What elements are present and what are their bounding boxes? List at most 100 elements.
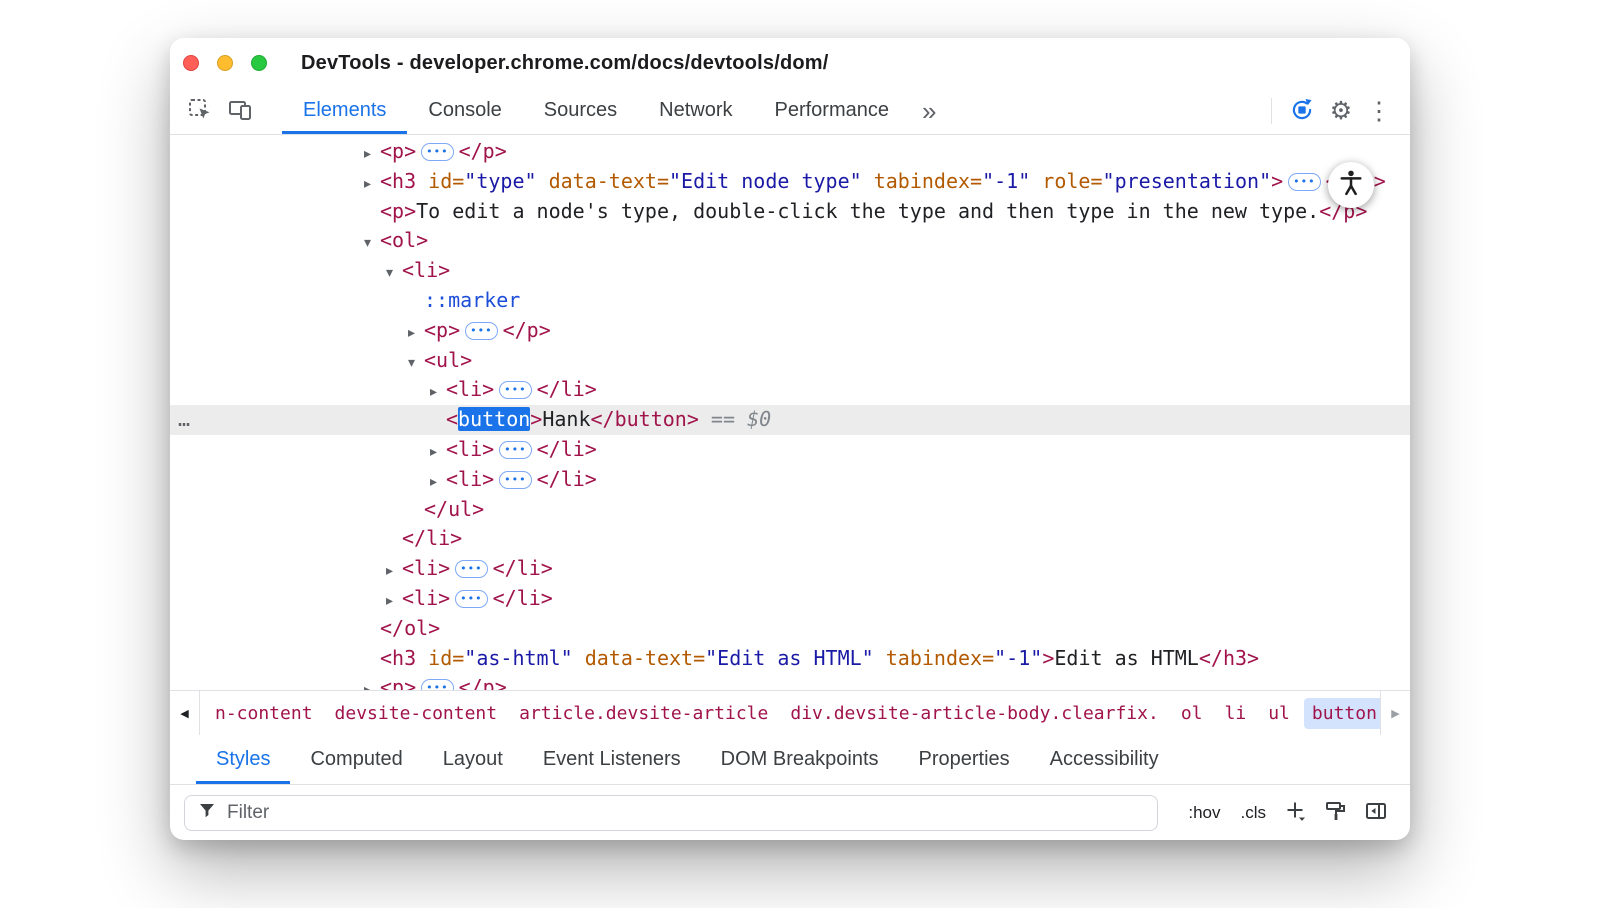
breadcrumb-item[interactable]: ul xyxy=(1260,698,1298,729)
code-op: = xyxy=(657,169,669,193)
code-tag: < xyxy=(446,407,458,431)
disclosure-arrow-closed-icon[interactable]: ▸ xyxy=(364,170,380,200)
code-tag: > xyxy=(1042,646,1054,670)
tree-line[interactable]: ▸<p>•••</p> xyxy=(170,316,1410,346)
chevron-left-icon: ◀ xyxy=(180,707,188,720)
tree-line[interactable]: </ol> xyxy=(170,614,1410,644)
tree-line[interactable]: ::marker xyxy=(170,286,1410,316)
tree-line[interactable]: <h3 id="as-html" data-text="Edit as HTML… xyxy=(170,644,1410,674)
accessibility-overlay-badge[interactable] xyxy=(1328,162,1374,208)
tab-event-listeners[interactable]: Event Listeners xyxy=(523,735,701,784)
tab-network[interactable]: Network xyxy=(638,88,753,134)
collapsed-content-button[interactable]: ••• xyxy=(455,560,487,578)
row-overflow-menu[interactable]: … xyxy=(178,405,190,435)
breadcrumb-item[interactable]: button xyxy=(1304,698,1380,729)
breadcrumb-item[interactable]: devsite-content xyxy=(327,698,506,729)
disclosure-arrow-closed-icon[interactable]: ▸ xyxy=(408,319,424,349)
code-attr: id xyxy=(416,169,452,193)
tree-line[interactable]: ▸<li>•••</li> xyxy=(170,375,1410,405)
breadcrumb-item[interactable]: article.devsite-article xyxy=(511,698,776,729)
tree-line-selected[interactable]: …<button>Hank</button> == $0 xyxy=(170,405,1410,435)
collapsed-content-button[interactable]: ••• xyxy=(499,471,531,489)
tree-line[interactable]: </li> xyxy=(170,524,1410,554)
disclosure-arrow-open-icon[interactable]: ▾ xyxy=(408,349,424,379)
code-attr: data-text xyxy=(573,646,693,670)
tree-line[interactable]: ▸<li>•••</li> xyxy=(170,435,1410,465)
settings-button[interactable]: ⚙ xyxy=(1322,92,1360,130)
collapsed-content-button[interactable]: ••• xyxy=(465,322,497,340)
breadcrumb-item[interactable]: div.devsite-article-body.clearfix. xyxy=(782,698,1166,729)
tree-line[interactable]: </ul> xyxy=(170,495,1410,525)
disclosure-arrow-open-icon[interactable]: ▾ xyxy=(386,259,402,289)
collapsed-content-button[interactable]: ••• xyxy=(499,381,531,399)
code-tag: </ul> xyxy=(424,497,484,521)
collapsed-content-button[interactable]: ••• xyxy=(499,441,531,459)
breadcrumb-scroll-right-button[interactable]: ▶ xyxy=(1380,691,1410,735)
tree-line[interactable]: ▾<ul> xyxy=(170,346,1410,376)
tab-dom-breakpoints[interactable]: DOM Breakpoints xyxy=(701,735,899,784)
code-tag: <ol> xyxy=(380,228,428,252)
disclosure-arrow-closed-icon[interactable]: ▸ xyxy=(430,438,446,468)
tree-line[interactable]: <p>To edit a node's type, double-click t… xyxy=(170,197,1410,227)
disclosure-arrow-closed-icon[interactable]: ▸ xyxy=(364,676,380,690)
toggle-sidebar-button[interactable] xyxy=(1358,795,1394,831)
collapsed-content-button[interactable]: ••• xyxy=(421,679,453,690)
collapsed-content-button[interactable]: ••• xyxy=(455,590,487,608)
element-classes-button[interactable]: .cls xyxy=(1233,797,1275,829)
tree-line[interactable]: ▸<li>•••</li> xyxy=(170,465,1410,495)
device-toolbar-button[interactable] xyxy=(220,91,260,131)
style-filter-input[interactable] xyxy=(227,802,1145,824)
customize-devtools-button[interactable]: ⋮ xyxy=(1360,92,1398,130)
minimize-button[interactable] xyxy=(217,55,233,71)
tree-line[interactable]: ▸<li>•••</li> xyxy=(170,584,1410,614)
tab-properties[interactable]: Properties xyxy=(899,735,1030,784)
tree-line[interactable]: ▸<h3 id="type" data-text="Edit node type… xyxy=(170,167,1410,197)
code-tag: <ul> xyxy=(424,348,472,372)
tab-elements[interactable]: Elements xyxy=(282,88,407,134)
window-title: DevTools - developer.chrome.com/docs/dev… xyxy=(301,52,829,75)
disclosure-arrow-open-icon[interactable]: ▾ xyxy=(364,229,380,259)
tab-performance[interactable]: Performance xyxy=(754,88,911,134)
tab-console[interactable]: Console xyxy=(407,88,522,134)
disclosure-arrow-closed-icon[interactable]: ▸ xyxy=(364,140,380,170)
tab-sources[interactable]: Sources xyxy=(523,88,638,134)
main-toolbar: ElementsConsoleSourcesNetworkPerformance… xyxy=(170,88,1410,135)
tab-computed[interactable]: Computed xyxy=(290,735,422,784)
code-tag: <li> xyxy=(446,437,494,461)
breadcrumb-item[interactable]: li xyxy=(1217,698,1255,729)
fullscreen-button[interactable] xyxy=(251,55,267,71)
tree-line[interactable]: ▸<p>•••</p> xyxy=(170,673,1410,690)
code-tag: </li> xyxy=(402,526,462,550)
tab-styles[interactable]: Styles xyxy=(196,735,290,784)
close-button[interactable] xyxy=(183,55,199,71)
breadcrumb-item[interactable]: n-content xyxy=(207,698,321,729)
disclosure-arrow-closed-icon[interactable]: ▸ xyxy=(430,468,446,498)
breadcrumb-item[interactable]: ol xyxy=(1173,698,1211,729)
style-filter-field[interactable] xyxy=(184,795,1158,831)
code-tag: <h3 xyxy=(380,169,416,193)
rendering-emulation-button[interactable] xyxy=(1318,795,1354,831)
reload-button[interactable] xyxy=(1282,91,1322,131)
tree-line[interactable]: ▾<ol> xyxy=(170,226,1410,256)
disclosure-arrow-closed-icon[interactable]: ▸ xyxy=(430,378,446,408)
toggle-element-state-button[interactable]: :hov xyxy=(1180,797,1228,829)
tab-layout[interactable]: Layout xyxy=(423,735,523,784)
new-style-rule-button[interactable] xyxy=(1278,795,1314,831)
panel-tabs: ElementsConsoleSourcesNetworkPerformance xyxy=(282,88,910,134)
breadcrumb-scroll-left-button[interactable]: ◀ xyxy=(170,691,200,735)
tree-line[interactable]: ▸<li>•••</li> xyxy=(170,554,1410,584)
disclosure-arrow-closed-icon[interactable]: ▸ xyxy=(386,587,402,617)
collapsed-content-button[interactable]: ••• xyxy=(421,143,453,161)
code-attr: id xyxy=(416,646,452,670)
tree-line[interactable]: ▸<p>•••</p> xyxy=(170,137,1410,167)
tree-line[interactable]: ▾<li> xyxy=(170,256,1410,286)
collapsed-content-button[interactable]: ••• xyxy=(1288,173,1320,191)
chevron-right-icon: ▶ xyxy=(1391,707,1399,720)
more-panels-button[interactable]: » xyxy=(910,91,948,131)
code-tag: <li> xyxy=(446,377,494,401)
styles-tabs: StylesComputedLayoutEvent ListenersDOM B… xyxy=(170,735,1410,785)
inspect-element-button[interactable] xyxy=(180,91,220,131)
code-tag: </li> xyxy=(537,467,597,491)
tab-accessibility[interactable]: Accessibility xyxy=(1030,735,1179,784)
disclosure-arrow-closed-icon[interactable]: ▸ xyxy=(386,557,402,587)
